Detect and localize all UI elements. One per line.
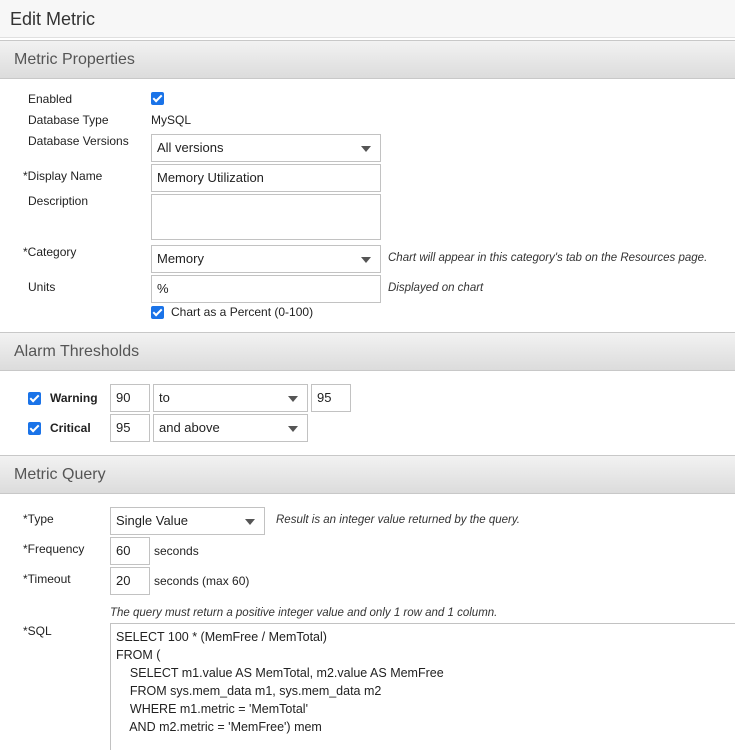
critical-operator-value: and above bbox=[159, 420, 220, 435]
category-label: *Category bbox=[23, 245, 77, 259]
timeout-unit: seconds (max 60) bbox=[154, 574, 250, 588]
chevron-down-icon bbox=[361, 146, 371, 152]
critical-value-input[interactable]: 95 bbox=[110, 414, 150, 442]
warning-operator-value: to bbox=[159, 390, 170, 405]
chevron-down-icon bbox=[245, 519, 255, 525]
chevron-down-icon bbox=[288, 426, 298, 432]
category-value: Memory bbox=[157, 251, 204, 266]
units-label: Units bbox=[28, 280, 56, 294]
section-header-alarm-thresholds: Alarm Thresholds bbox=[0, 332, 735, 371]
page-title: Edit Metric bbox=[0, 0, 735, 38]
enabled-label: Enabled bbox=[28, 92, 73, 106]
warning-checkbox[interactable] bbox=[28, 392, 41, 405]
units-input[interactable]: % bbox=[151, 275, 381, 303]
sql-label: *SQL bbox=[23, 624, 52, 638]
frequency-label: *Frequency bbox=[23, 542, 85, 556]
database-type-label: Database Type bbox=[28, 113, 109, 127]
units-hint: Displayed on chart bbox=[388, 282, 484, 294]
chart-as-percent-checkbox[interactable] bbox=[151, 306, 164, 319]
display-name-input[interactable]: Memory Utilization bbox=[151, 164, 381, 192]
description-textarea[interactable] bbox=[151, 194, 381, 240]
database-versions-select[interactable]: All versions bbox=[151, 134, 381, 162]
enabled-checkbox[interactable] bbox=[151, 92, 164, 105]
warning-label: Warning bbox=[50, 391, 98, 405]
database-versions-value: All versions bbox=[157, 140, 224, 155]
description-label: Description bbox=[28, 194, 89, 208]
frequency-unit: seconds bbox=[154, 544, 199, 558]
timeout-input[interactable]: 20 bbox=[110, 567, 150, 595]
type-hint: Result is an integer value returned by t… bbox=[276, 514, 520, 526]
database-versions-label: Database Versions bbox=[28, 134, 129, 148]
section-header-metric-properties: Metric Properties bbox=[0, 40, 735, 79]
category-hint: Chart will appear in this category's tab… bbox=[388, 252, 708, 264]
frequency-input[interactable]: 60 bbox=[110, 537, 150, 565]
type-value: Single Value bbox=[116, 513, 189, 528]
warning-upper-input[interactable]: 95 bbox=[311, 384, 351, 412]
type-select[interactable]: Single Value bbox=[110, 507, 265, 535]
timeout-label: *Timeout bbox=[23, 572, 71, 586]
sql-hint: The query must return a positive integer… bbox=[110, 607, 498, 619]
critical-operator-select[interactable]: and above bbox=[153, 414, 308, 442]
warning-value-input[interactable]: 90 bbox=[110, 384, 150, 412]
critical-label: Critical bbox=[50, 421, 91, 435]
chart-as-percent-label: Chart as a Percent (0-100) bbox=[171, 305, 314, 319]
type-label: *Type bbox=[23, 512, 54, 526]
category-select[interactable]: Memory bbox=[151, 245, 381, 273]
chevron-down-icon bbox=[361, 257, 371, 263]
section-header-metric-query: Metric Query bbox=[0, 455, 735, 494]
warning-operator-select[interactable]: to bbox=[153, 384, 308, 412]
database-type-value: MySQL bbox=[151, 113, 192, 127]
sql-textarea[interactable]: SELECT 100 * (MemFree / MemTotal) FROM (… bbox=[110, 623, 735, 750]
display-name-label: *Display Name bbox=[23, 169, 103, 183]
critical-checkbox[interactable] bbox=[28, 422, 41, 435]
chevron-down-icon bbox=[288, 396, 298, 402]
